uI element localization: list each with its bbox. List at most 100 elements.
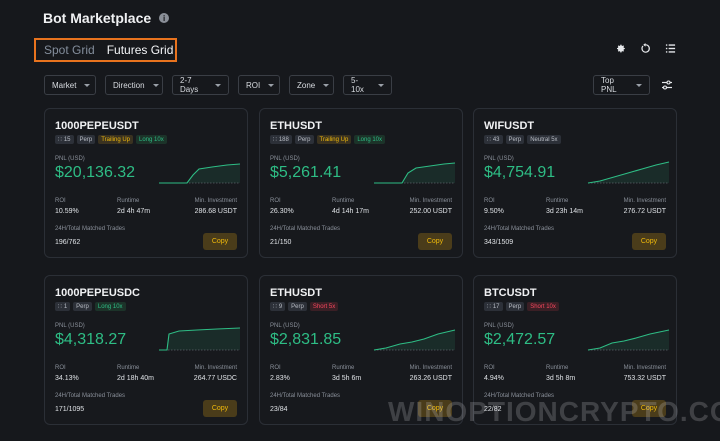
pnl-value: $2,831.85 <box>270 331 342 348</box>
runtime-label: Runtime <box>332 365 355 371</box>
chevron-down-icon <box>84 83 91 87</box>
strategy-tag: Neutral 5x <box>527 135 561 144</box>
user-icon: ∷ <box>487 137 491 143</box>
filter-bar: Market Direction 2-7 Days ROI Zone 5-10x <box>44 75 392 95</box>
strategy-tag: Trailing Up <box>98 135 133 144</box>
filter-dropdown[interactable]: 2-7 Days <box>172 75 229 95</box>
filter-dropdown[interactable]: 5-10x <box>343 75 392 95</box>
pnl-sparkline <box>587 161 670 184</box>
min-investment-value: 276.72 USDT <box>623 208 666 215</box>
strategy-tag: Perp <box>294 135 314 144</box>
bot-card[interactable]: 1000PEPEUSDT ∷ 15 Perp Trailing Up Long 10x PN… <box>44 108 248 258</box>
min-investment-value: 252.00 USDT <box>409 208 452 215</box>
trades-label: 24H/Total Matched Trades <box>55 393 126 399</box>
strategy-tag: Perp <box>505 135 525 144</box>
filter-label: 2-7 Days <box>180 76 199 94</box>
tab-spot-grid[interactable]: Spot Grid <box>44 43 95 57</box>
chevron-down-icon <box>378 83 384 87</box>
runtime-label: Runtime <box>117 365 140 371</box>
info-icon[interactable]: i <box>159 13 170 23</box>
copiers-badge: ∷ 15 <box>55 135 74 144</box>
chevron-down-icon <box>323 83 330 87</box>
sparkline-area <box>159 164 240 183</box>
copy-button[interactable]: Copy <box>632 233 666 250</box>
copiers-badge: ∷ 43 <box>484 135 503 144</box>
pnl-sparkline <box>374 162 456 184</box>
card-symbol: 1000PEPEUSDT <box>55 120 139 132</box>
tag-row: ∷ 43 Perp Neutral 5x <box>484 135 561 144</box>
toolbar-icons <box>615 43 676 54</box>
card-symbol: ETHUSDT <box>270 287 322 299</box>
min-investment-label: Min. Investment <box>409 198 452 204</box>
trades-value: 343/1509 <box>484 239 514 246</box>
gear-icon[interactable] <box>615 43 626 54</box>
tag-row: ∷ 1 Perp Long 10x <box>55 302 126 311</box>
min-investment-label: Min. Investment <box>623 198 666 204</box>
sliders-icon[interactable] <box>661 78 673 96</box>
trades-value: 196/762 <box>55 239 81 246</box>
trades-value: 23/84 <box>270 406 288 413</box>
tag-row: ∷ 15 Perp Trailing Up Long 10x <box>55 135 167 144</box>
copiers-badge: ∷ 9 <box>270 302 286 311</box>
filter-label: Zone <box>297 80 316 90</box>
filter-dropdown[interactable]: Direction <box>105 75 163 95</box>
card-symbol: ETHUSDT <box>270 120 322 132</box>
tag-row: ∷ 188 Perp Trailing Up Long 10x <box>270 135 386 144</box>
strategy-tag: Long 10x <box>136 135 167 144</box>
card-symbol: WIFUSDT <box>484 120 535 132</box>
copy-button[interactable]: Copy <box>203 400 237 417</box>
filter-dropdown[interactable]: Market <box>44 75 96 95</box>
filter-dropdown[interactable]: ROI <box>238 75 280 95</box>
user-icon: ∷ <box>273 137 277 143</box>
sparkline-area <box>159 328 240 350</box>
filter-dropdown[interactable]: Zone <box>289 75 334 95</box>
list-icon[interactable] <box>665 43 676 54</box>
copiers-badge: ∷ 17 <box>484 302 503 311</box>
strategy-tag: Short 10x <box>527 302 559 311</box>
roi-value: 10.59% <box>55 208 79 215</box>
copy-button[interactable]: Copy <box>418 233 452 250</box>
runtime-value: 2d 18h 40m <box>117 375 154 382</box>
min-investment-label: Min. Investment <box>409 365 452 371</box>
card-symbol: BTCUSDT <box>484 287 537 299</box>
roi-label: ROI <box>270 198 281 204</box>
pnl-label: PNL (USD) <box>484 323 514 329</box>
roi-value: 4.94% <box>484 375 504 382</box>
pnl-label: PNL (USD) <box>484 156 514 162</box>
card-symbol: 1000PEPEUSDC <box>55 287 140 299</box>
bot-card[interactable]: ETHUSDT ∷ 188 Perp Trailing Up Long 10x PNL (U… <box>259 108 463 258</box>
strategy-tag: Perp <box>73 302 92 311</box>
copiers-count: 43 <box>492 136 500 143</box>
pnl-label: PNL (USD) <box>55 156 85 162</box>
bot-card[interactable]: 1000PEPEUSDC ∷ 1 Perp Long 10x PNL (USD) $4,31… <box>44 275 248 425</box>
strategy-tag: Long 10x <box>354 135 386 144</box>
pnl-label: PNL (USD) <box>55 323 85 329</box>
copy-button[interactable]: Copy <box>203 233 237 250</box>
sort-dropdown[interactable]: Top PNL <box>593 75 650 95</box>
page-title: Bot Marketplace <box>43 10 152 26</box>
runtime-value: 3d 5h 6m <box>332 375 362 382</box>
strategy-tag: Perp <box>288 302 307 311</box>
copiers-count: 188 <box>278 136 289 143</box>
tab-futures-grid[interactable]: Futures Grid <box>107 43 174 57</box>
trades-label: 24H/Total Matched Trades <box>270 393 341 399</box>
copiers-badge: ∷ 188 <box>270 135 292 144</box>
roi-value: 26.30% <box>270 208 294 215</box>
strategy-tag: Short 5x <box>309 302 339 311</box>
runtime-label: Runtime <box>546 198 569 204</box>
pnl-sparkline <box>373 329 456 351</box>
pnl-sparkline <box>159 163 241 184</box>
strategy-tag: Trailing Up <box>316 135 352 144</box>
watermark: WINOPTIONCRYPTO.COM <box>388 396 720 427</box>
refresh-icon[interactable] <box>640 43 651 54</box>
grid-type-tabs: Spot Grid Futures Grid <box>34 38 177 62</box>
bot-card[interactable]: WIFUSDT ∷ 43 Perp Neutral 5x PNL (USD) $4,754.… <box>473 108 677 258</box>
pnl-value: $4,318.27 <box>55 331 127 348</box>
runtime-value: 4d 14h 17m <box>332 208 369 215</box>
filter-label: ROI <box>246 80 261 90</box>
roi-label: ROI <box>55 198 66 204</box>
filter-label: Direction <box>113 80 145 90</box>
pnl-label: PNL (USD) <box>270 323 300 329</box>
strategy-tag: Perp <box>76 135 96 144</box>
pnl-label: PNL (USD) <box>270 156 300 162</box>
